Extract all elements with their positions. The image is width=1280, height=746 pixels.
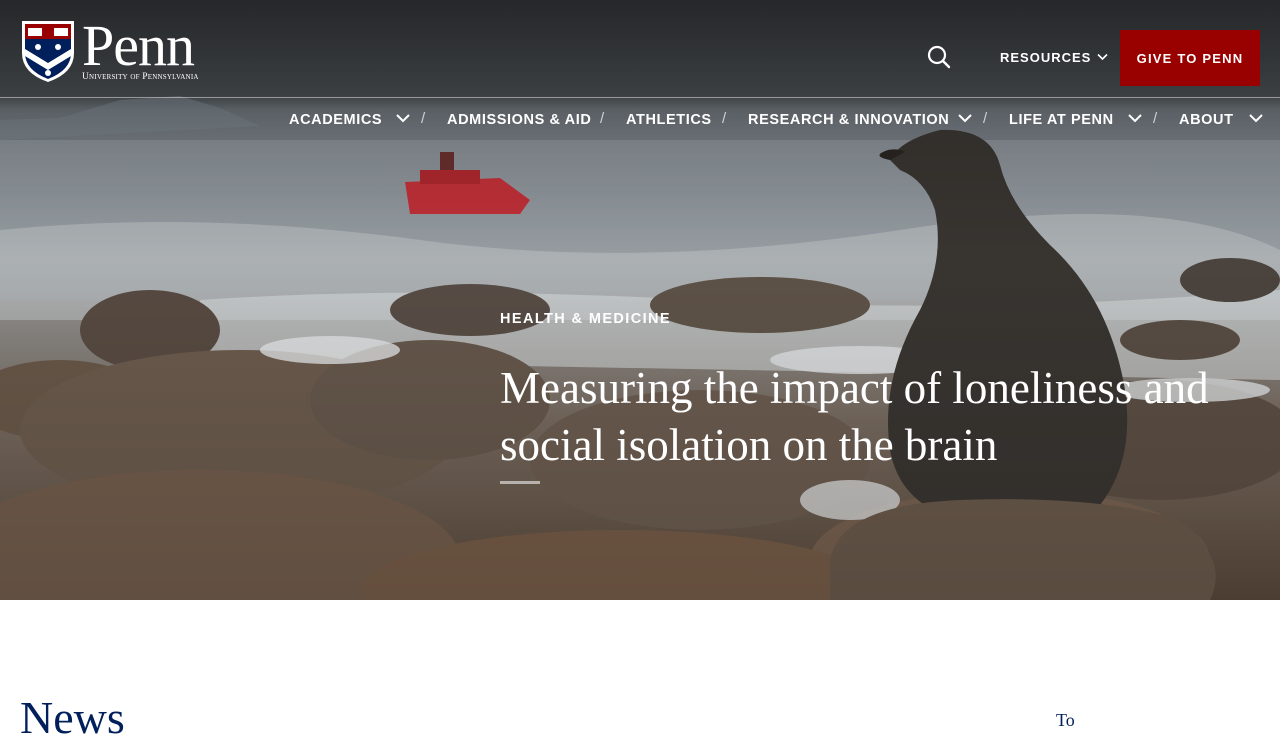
- penn-logo[interactable]: Penn University of Pennsylvania: [20, 13, 220, 85]
- search-icon: [927, 45, 951, 69]
- nav-separator: /: [1153, 110, 1158, 127]
- nav-item-admissions-aid[interactable]: ADMISSIONS & AID: [447, 112, 591, 128]
- search-button[interactable]: [926, 44, 952, 70]
- resources-menu-button[interactable]: RESOURCES: [1000, 48, 1108, 66]
- chevron-down-icon[interactable]: [958, 113, 972, 123]
- sidebar-heading: To: [1056, 710, 1075, 730]
- hero-category-link[interactable]: HEALTH & MEDICINE: [500, 311, 671, 327]
- nav-item-life-at-penn[interactable]: LIFE AT PENN: [1009, 112, 1114, 128]
- chevron-down-icon[interactable]: [1249, 113, 1263, 123]
- chevron-down-icon[interactable]: [396, 113, 410, 123]
- chevron-down-icon[interactable]: [1128, 113, 1142, 123]
- nav-item-academics[interactable]: ACADEMICS: [289, 112, 382, 128]
- logo-subtitle: University of Pennsylvania: [82, 72, 199, 82]
- news-section-heading: News: [20, 692, 125, 743]
- hero-headline-link[interactable]: Measuring the impact of loneliness and s…: [500, 360, 1240, 474]
- main-navigation: ACADEMICS / ADMISSIONS & AID / ATHLETICS…: [0, 98, 1280, 142]
- nav-item-athletics[interactable]: ATHLETICS: [626, 112, 712, 128]
- nav-item-about[interactable]: ABOUT: [1179, 112, 1234, 128]
- shield-logo-icon: [22, 21, 74, 82]
- logo-wordmark: Penn: [82, 13, 195, 78]
- nav-separator: /: [600, 110, 605, 127]
- nav-separator: /: [983, 110, 988, 127]
- nav-separator: /: [722, 110, 727, 127]
- headline-divider: [500, 481, 540, 484]
- give-to-penn-button[interactable]: GIVE TO PENN: [1120, 30, 1260, 86]
- chevron-down-icon: [1097, 53, 1108, 61]
- resources-label: RESOURCES: [1000, 49, 1092, 65]
- site-header: Penn University of Pennsylvania RESOURCE…: [0, 0, 1280, 98]
- nav-item-research-innovation[interactable]: RESEARCH & INNOVATION: [748, 112, 949, 128]
- nav-separator: /: [421, 110, 426, 127]
